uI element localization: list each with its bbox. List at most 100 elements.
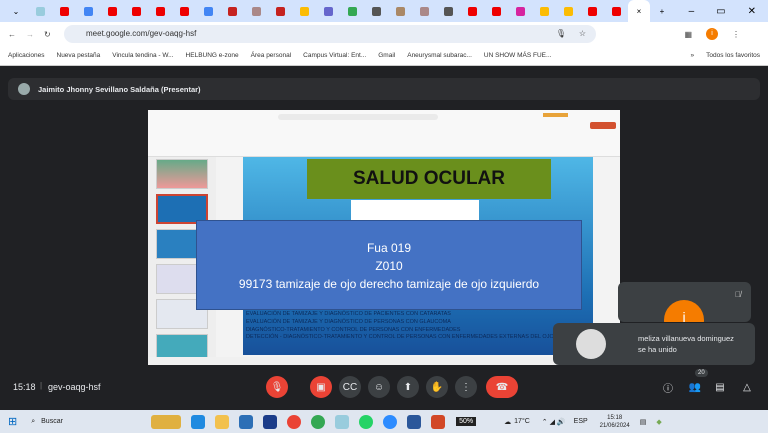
tab[interactable] — [196, 0, 220, 22]
presenter-avatar — [18, 83, 30, 95]
battery-widget[interactable]: 50% — [456, 417, 477, 426]
chat-icon[interactable]: ▤ — [709, 376, 731, 398]
present-button[interactable]: ⬆ — [397, 376, 419, 398]
file-explorer-icon[interactable] — [215, 414, 230, 429]
bookmark[interactable]: Nueva pestaña — [57, 52, 101, 59]
tab[interactable] — [436, 0, 460, 22]
notifications-icon[interactable]: ▤ — [640, 418, 647, 426]
tab[interactable] — [28, 0, 52, 22]
raise-hand-button[interactable]: ✋ — [426, 376, 448, 398]
bookmark[interactable]: Campus Virtual: Ent... — [303, 52, 366, 59]
temperature[interactable]: 17°C — [514, 418, 530, 425]
minimize-icon[interactable]: – — [689, 6, 695, 17]
joined-user-avatar — [576, 329, 606, 359]
chrome-icon[interactable] — [287, 414, 302, 429]
all-bookmarks[interactable]: Todos los favoritos — [706, 52, 768, 59]
self-view-tile[interactable]: i 🎙̸ — [618, 282, 751, 322]
tab[interactable] — [100, 0, 124, 22]
tab[interactable] — [388, 0, 412, 22]
account-badge — [543, 113, 568, 117]
powerpoint-icon[interactable] — [431, 414, 446, 429]
people-icon[interactable]: 👥 — [684, 376, 706, 398]
info-icon[interactable]: ⓘ — [657, 376, 679, 398]
toast-text: meliza villanueva dominguez se ha unido — [638, 334, 734, 354]
address-bar[interactable]: meet.google.com/gev-oaqg-hsf ☆ 🎙 — [64, 25, 596, 43]
tab[interactable] — [172, 0, 196, 22]
app-l-icon[interactable] — [263, 414, 278, 429]
captions-button[interactable]: CC — [339, 376, 361, 398]
activities-icon[interactable]: △ — [736, 376, 758, 398]
bookmark[interactable]: HELBUNG e-zone — [186, 52, 239, 59]
zoom-icon[interactable] — [383, 414, 398, 429]
app-icon[interactable] — [335, 414, 350, 429]
tab[interactable] — [556, 0, 580, 22]
edge-icon[interactable] — [191, 414, 206, 429]
restore-icon[interactable]: ▭ — [716, 6, 725, 17]
weather-icon: ☁ — [504, 418, 512, 426]
tray-icons[interactable]: ⌃ ◢ 🔊 — [542, 418, 566, 426]
windows-start-icon[interactable]: ⊞ — [8, 415, 17, 428]
tab[interactable] — [124, 0, 148, 22]
tab[interactable] — [460, 0, 484, 22]
tab[interactable] — [580, 0, 604, 22]
profile-avatar[interactable]: i — [706, 28, 718, 40]
tab[interactable] — [316, 0, 340, 22]
copilot-icon[interactable]: ◆ — [656, 418, 661, 426]
tab[interactable] — [364, 0, 388, 22]
word-icon[interactable] — [407, 414, 422, 429]
bookmark[interactable]: Aneurysmal subarac... — [407, 52, 472, 59]
active-tab-close-icon[interactable]: × — [628, 0, 650, 22]
menu-icon[interactable]: ⋮ — [732, 30, 740, 39]
taskbar-search[interactable]: Buscar — [41, 418, 121, 425]
bookmark[interactable]: Área personal — [251, 52, 291, 59]
tab[interactable] — [268, 0, 292, 22]
powerpoint-ribbon — [148, 110, 620, 157]
bookmark[interactable]: Gmail — [378, 52, 395, 59]
reload-icon[interactable]: ↻ — [44, 30, 51, 39]
forward-icon[interactable]: → — [26, 30, 34, 39]
clock[interactable]: 15:18 21/06/2024 — [600, 414, 630, 430]
star-icon[interactable]: ☆ — [579, 25, 586, 43]
tab[interactable] — [484, 0, 508, 22]
ppt-status-bar — [148, 357, 620, 365]
tab[interactable] — [340, 0, 364, 22]
tab[interactable] — [76, 0, 100, 22]
presenter-name: Jaimito Jhonny Sevillano Saldaña (Presen… — [38, 84, 201, 94]
join-notification: meliza villanueva dominguez se ha unido — [553, 323, 755, 365]
new-tab-button[interactable]: + — [650, 0, 674, 22]
leave-call-button[interactable]: ☎ — [486, 376, 518, 398]
tab[interactable] — [220, 0, 244, 22]
tab[interactable] — [52, 0, 76, 22]
camera-toggle-button[interactable]: ▣ — [310, 376, 332, 398]
bookmark[interactable]: Vincula tendina - W... — [112, 52, 173, 59]
bookmark[interactable]: Aplicaciones — [8, 52, 45, 59]
mic-icon[interactable]: 🎙 — [556, 25, 566, 43]
tab[interactable] — [148, 0, 172, 22]
whatsapp-icon[interactable] — [359, 414, 374, 429]
store-icon[interactable] — [239, 414, 254, 429]
extensions-icon[interactable]: ▦ — [684, 30, 692, 39]
tab-search-icon[interactable]: ⌄ — [4, 0, 28, 22]
mic-toggle-button[interactable]: 🎙 — [266, 376, 288, 398]
tab[interactable] — [292, 0, 316, 22]
tab[interactable] — [604, 0, 628, 22]
bookmark[interactable]: UN SHOW MÁS FUE... — [484, 52, 552, 59]
participant-avatar: i — [664, 300, 704, 322]
back-icon[interactable]: ← — [8, 30, 16, 39]
meeting-code: gev-oaqg-hsf — [48, 382, 101, 392]
ppt-search — [278, 114, 438, 120]
chrome-icon[interactable] — [311, 414, 326, 429]
tab[interactable] — [508, 0, 532, 22]
thumb — [156, 159, 208, 189]
tab-strip: ⌄ × + – ▭ ✕ — [0, 0, 768, 22]
language[interactable]: ESP — [574, 418, 588, 425]
more-options-button[interactable]: ⋮ — [455, 376, 477, 398]
close-window-icon[interactable]: ✕ — [748, 6, 756, 17]
tab[interactable] — [532, 0, 556, 22]
reactions-button[interactable]: ☺ — [368, 376, 390, 398]
tab[interactable] — [412, 0, 436, 22]
more-bookmarks[interactable]: » — [691, 52, 695, 59]
bookmarks-bar: Aplicaciones Nueva pestaña Vincula tendi… — [0, 46, 768, 66]
search-icon[interactable]: ⌕ — [31, 418, 35, 426]
tab[interactable] — [244, 0, 268, 22]
